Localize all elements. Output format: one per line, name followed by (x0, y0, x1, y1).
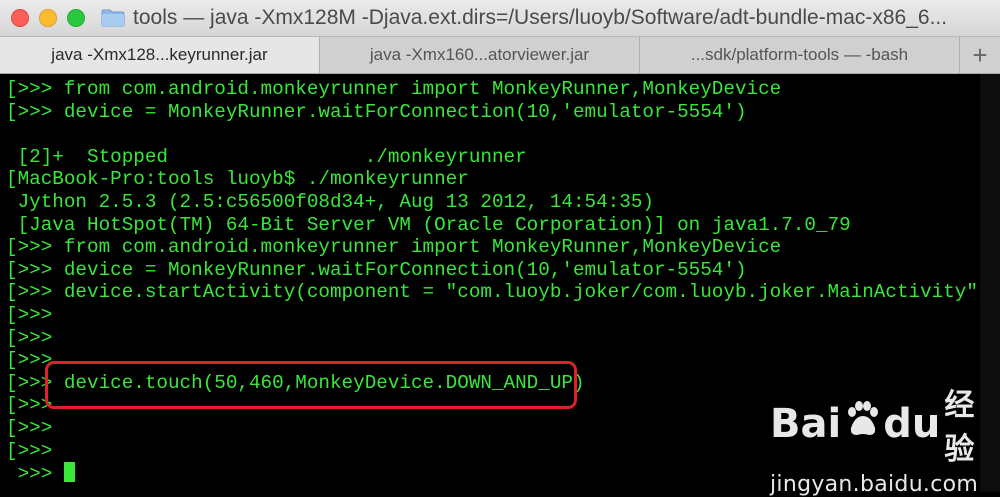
highlight-annotation (45, 361, 577, 409)
tab-uiautomatorviewer[interactable]: java -Xmx160...atorviewer.jar (320, 37, 640, 73)
folder-icon (101, 9, 125, 27)
new-tab-button[interactable]: + (960, 37, 1000, 73)
window-controls (11, 9, 95, 27)
close-button[interactable] (11, 9, 29, 27)
baidu-logo: Bai du 经验 (770, 380, 985, 468)
terminal-line: [Java HotSpot(TM) 64-Bit Server VM (Orac… (6, 213, 851, 236)
paw-icon (843, 400, 881, 448)
baidu-logo-text-right: du (883, 401, 941, 447)
terminal-line: [>>> device = MonkeyRunner.waitForConnec… (6, 100, 747, 123)
window-title: tools — java -Xmx128M -Djava.ext.dirs=/U… (133, 6, 948, 29)
zoom-button[interactable] (67, 9, 85, 27)
text-cursor (63, 462, 75, 483)
watermark-url: jingyan.baidu.com (770, 472, 979, 497)
terminal-line: [2]+ Stopped ./monkeyrunner (6, 145, 527, 168)
tab-platform-tools-bash[interactable]: ...sdk/platform-tools — -bash (640, 37, 960, 73)
terminal-prompt: >>> (6, 463, 64, 486)
terminal-line: [>>> from com.android.monkeyrunner impor… (6, 236, 782, 259)
baidu-watermark: Bai du 经验 jingyan.baidu.com (770, 380, 985, 497)
terminal-line: [MacBook-Pro:tools luoyb$ ./monkeyrunner (6, 168, 469, 191)
terminal-line: [>>> (6, 326, 53, 349)
terminal-line: [>>> (6, 303, 53, 326)
minimize-button[interactable] (39, 9, 57, 27)
tab-monkeyrunner[interactable]: java -Xmx128...keyrunner.jar (0, 37, 320, 73)
baidu-logo-text-left: Bai (770, 401, 842, 447)
terminal-line: [>>> from com.android.monkeyrunner impor… (6, 78, 782, 100)
terminal-line: Jython 2.5.3 (2.5:c56500f08d34+, Aug 13 … (6, 190, 654, 213)
title-bar: tools — java -Xmx128M -Djava.ext.dirs=/U… (0, 0, 1000, 37)
baidu-logo-cn: 经验 (944, 388, 975, 467)
tab-bar: java -Xmx128...keyrunner.jar java -Xmx16… (0, 37, 1000, 74)
terminal-line: [>>> device = MonkeyRunner.waitForConnec… (6, 258, 747, 281)
terminal-line: [>>> device.startActivity(component = "c… (6, 281, 990, 304)
